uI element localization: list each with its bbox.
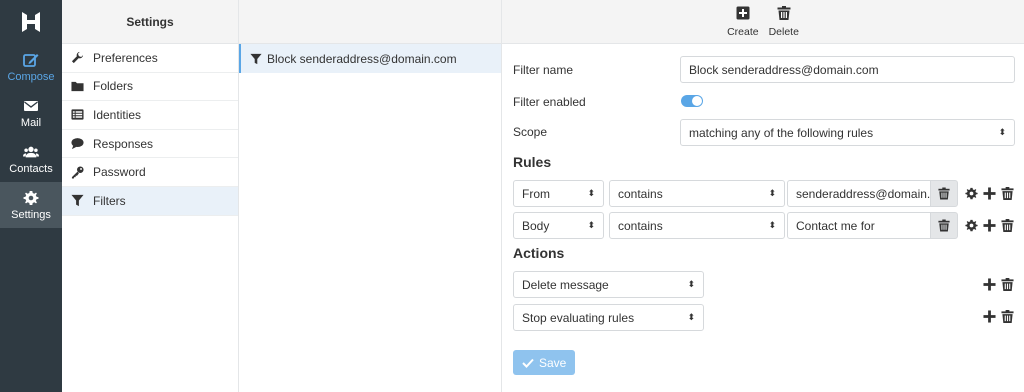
select-caret-icon: ⬍ [587, 220, 595, 230]
folder-icon [71, 81, 84, 92]
rule-clear-button[interactable] [930, 212, 958, 239]
envelope-icon [24, 100, 38, 111]
gear-icon[interactable] [965, 187, 978, 200]
plus-square-icon [736, 6, 750, 19]
select-caret-icon: ⬍ [687, 312, 695, 322]
sidebar-item-identities[interactable]: Identities [62, 101, 238, 130]
sidebar-item-label: Folders [93, 79, 134, 94]
trash-icon [777, 5, 791, 20]
trash-icon[interactable] [1001, 278, 1014, 291]
rule-value-input[interactable]: senderaddress@domain.c [787, 180, 931, 207]
sidebar-item-label: Filters [93, 193, 126, 208]
toolbar: Create Delete [502, 0, 1024, 44]
scope-label: Scope [513, 125, 548, 139]
gear-icon [23, 190, 39, 205]
filter-enabled-label: Filter enabled [513, 95, 586, 109]
main-navigation: Compose Mail Contacts Settings [0, 0, 62, 392]
sidebar-item-responses[interactable]: Responses [62, 130, 238, 159]
trash-icon[interactable] [1001, 310, 1014, 323]
trash-icon[interactable] [1001, 219, 1014, 232]
scope-select[interactable]: matching any of the following rules ⬍ [680, 119, 1015, 146]
trash-icon [938, 219, 950, 232]
nav-compose[interactable]: Compose [0, 44, 62, 90]
nav-mail-label: Mail [20, 116, 42, 129]
nav-contacts[interactable]: Contacts [0, 136, 62, 182]
filter-name-label: Filter name [513, 63, 574, 77]
rule-value-input[interactable]: Contact me for [787, 212, 931, 239]
save-button-label: Save [539, 355, 567, 370]
filter-name-input[interactable]: Block senderaddress@domain.com [680, 56, 1015, 83]
filter-editor: Create Delete Filter name Block senderad… [502, 0, 1024, 392]
create-button[interactable]: Create [727, 6, 759, 38]
filter-list-item[interactable]: Block senderaddress@domain.com [239, 44, 501, 73]
nav-settings[interactable]: Settings [0, 182, 62, 228]
delete-button-label: Delete [768, 25, 799, 38]
create-button-label: Create [727, 25, 759, 38]
logo-icon [22, 12, 40, 32]
rules-heading: Rules [513, 154, 552, 170]
save-button[interactable]: Save [513, 350, 576, 375]
sidebar-item-label: Password [93, 165, 146, 180]
filter-enabled-toggle[interactable] [681, 95, 703, 107]
compose-icon [23, 53, 39, 67]
sidebar-item-label: Identities [93, 107, 142, 122]
sidebar-item-label: Preferences [93, 50, 158, 65]
sidebar-item-password[interactable]: Password [62, 158, 238, 187]
nav-settings-label: Settings [11, 208, 51, 221]
action-select[interactable]: Stop evaluating rules ⬍ [513, 304, 704, 331]
rule-clear-button[interactable] [930, 180, 958, 207]
sidebar-item-folders[interactable]: Folders [62, 73, 238, 102]
action-select[interactable]: Delete message ⬍ [513, 271, 704, 298]
sidebar-item-filters[interactable]: Filters [62, 186, 238, 216]
nav-contacts-label: Contacts [9, 162, 53, 175]
app-logo[interactable] [0, 0, 62, 44]
speech-bubble-icon [71, 138, 84, 150]
rule-operator-value: contains [618, 218, 663, 233]
plus-icon[interactable] [983, 278, 996, 291]
actions-heading: Actions [513, 245, 565, 261]
wrench-icon [71, 52, 84, 64]
select-caret-icon: ⬍ [768, 220, 776, 230]
rule-operator-select[interactable]: contains ⬍ [609, 180, 785, 207]
filter-list: Block senderaddress@domain.com [239, 0, 502, 392]
select-caret-icon: ⬍ [587, 188, 595, 198]
nav-compose-label: Compose [7, 70, 55, 83]
plus-icon[interactable] [983, 219, 996, 232]
users-icon [23, 146, 39, 157]
settings-sidebar: Settings Preferences Folders Identities [62, 0, 239, 392]
rule-header-value: From [522, 186, 550, 201]
select-caret-icon: ⬍ [687, 279, 695, 289]
settings-title: Settings [62, 0, 238, 44]
filter-list-item-label: Block senderaddress@domain.com [267, 51, 457, 66]
plus-icon[interactable] [983, 187, 996, 200]
filter-icon [71, 195, 84, 207]
filter-list-header [239, 0, 501, 44]
rule-operator-select[interactable]: contains ⬍ [609, 212, 785, 239]
action-select-value: Delete message [522, 277, 609, 292]
rule-header-value: Body [522, 218, 550, 233]
rule-header-select[interactable]: From ⬍ [513, 180, 604, 207]
nav-mail[interactable]: Mail [0, 90, 62, 136]
rule-header-select[interactable]: Body ⬍ [513, 212, 604, 239]
scope-select-value: matching any of the following rules [689, 125, 874, 140]
trash-icon[interactable] [1001, 187, 1014, 200]
select-caret-icon: ⬍ [768, 188, 776, 198]
delete-button[interactable]: Delete [768, 5, 799, 38]
trash-icon [938, 187, 950, 200]
sidebar-item-preferences[interactable]: Preferences [62, 44, 238, 73]
check-icon [522, 358, 534, 368]
id-card-icon [71, 109, 84, 121]
mail-app: Compose Mail Contacts Settings Settings … [0, 0, 1024, 392]
key-icon [71, 166, 84, 179]
select-caret-icon: ⬍ [998, 127, 1006, 137]
sidebar-item-label: Responses [93, 136, 154, 151]
action-select-value: Stop evaluating rules [522, 310, 635, 325]
filter-icon [250, 53, 262, 64]
rule-operator-value: contains [618, 186, 663, 201]
gear-icon[interactable] [965, 219, 978, 232]
plus-icon[interactable] [983, 310, 996, 323]
